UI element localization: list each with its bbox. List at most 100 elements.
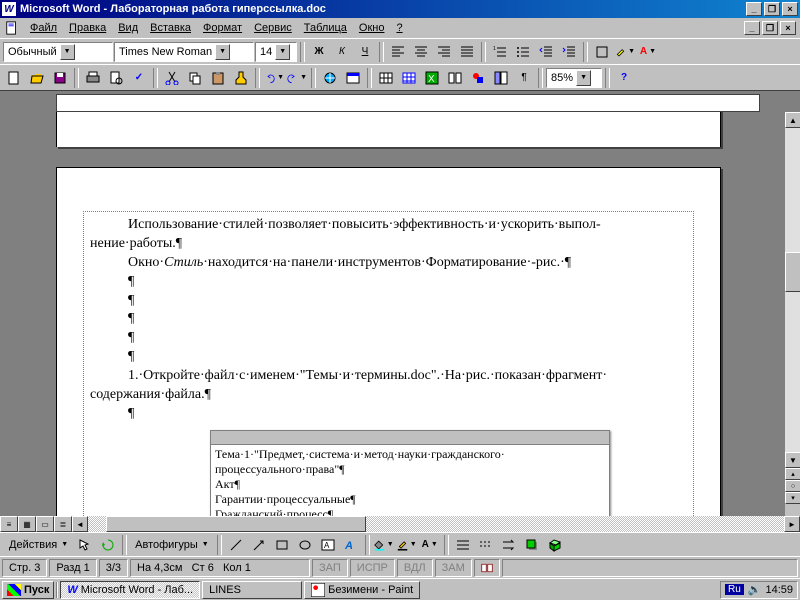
align-center-button[interactable] [410,41,432,63]
menu-insert[interactable]: Вставка [144,20,197,36]
save-button[interactable] [49,67,71,89]
doc-minimize-button[interactable]: _ [744,21,760,35]
system-tray[interactable]: Ru 🔊 14:59 [720,581,798,599]
cut-button[interactable] [161,67,183,89]
arrow-style-button[interactable] [498,534,520,556]
outline-view-button[interactable]: ≣ [54,516,72,532]
vertical-scrollbar[interactable]: ▲ ▴ ○ ▾ ▼ [784,112,800,516]
clock[interactable]: 14:59 [765,584,793,596]
redo-button[interactable]: ▼ [286,67,308,89]
rectangle-button[interactable] [271,534,293,556]
chevron-down-icon[interactable]: ▼ [60,44,75,60]
copy-button[interactable] [184,67,206,89]
show-marks-button[interactable]: ¶ [513,67,535,89]
chevron-down-icon[interactable]: ▼ [215,44,230,60]
textbox-button[interactable]: A [317,534,339,556]
task-paint[interactable]: Безимени - Paint [304,581,420,599]
menu-view[interactable]: Вид [112,20,144,36]
excel-button[interactable]: X [421,67,443,89]
tables-borders-button[interactable] [375,67,397,89]
paste-button[interactable] [207,67,229,89]
open-button[interactable] [26,67,48,89]
bullet-list-button[interactable] [512,41,534,63]
dash-style-button[interactable] [475,534,497,556]
hyperlink-button[interactable] [319,67,341,89]
task-word[interactable]: WMicrosoft Word - Лаб... [60,581,200,599]
menu-format[interactable]: Формат [197,20,248,36]
rotate-button[interactable] [97,534,119,556]
select-objects-button[interactable] [74,534,96,556]
language-indicator[interactable]: Ru [725,584,744,595]
web-toolbar-button[interactable] [342,67,364,89]
print-button[interactable] [82,67,104,89]
line-color-button[interactable]: ▼ [396,534,418,556]
text-body[interactable]: Использование·стилей·позволяет·повысить·… [83,211,694,516]
columns-button[interactable] [444,67,466,89]
weblayout-view-button[interactable]: ▦ [18,516,36,532]
task-lines[interactable]: LINES [202,581,302,599]
menu-window[interactable]: Окно [353,20,391,36]
3d-button[interactable] [544,534,566,556]
menu-edit[interactable]: Правка [63,20,112,36]
scroll-down-icon[interactable]: ▼ [785,452,800,468]
chevron-down-icon[interactable]: ▼ [576,70,591,86]
line-style-button[interactable] [452,534,474,556]
format-painter-button[interactable] [230,67,252,89]
doc-close-button[interactable]: × [780,21,796,35]
menu-tools[interactable]: Сервис [248,20,298,36]
wordart-button[interactable]: A [340,534,362,556]
drawing-button[interactable] [467,67,489,89]
line-button[interactable] [225,534,247,556]
italic-button[interactable]: К [331,41,353,63]
horizontal-scrollbar[interactable] [88,516,784,532]
menu-table[interactable]: Таблица [298,20,353,36]
menu-help[interactable]: ? [390,20,408,36]
normal-view-button[interactable]: ≡ [0,516,18,532]
scroll-thumb[interactable] [785,252,800,292]
browse-object-button[interactable]: ○ [785,480,800,492]
numbered-list-button[interactable]: 1 [489,41,511,63]
next-page-button[interactable]: ▾ [785,492,800,504]
start-button[interactable]: Пуск [2,581,54,599]
text-color-button[interactable]: A▼ [419,534,441,556]
new-doc-button[interactable] [3,67,25,89]
align-right-button[interactable] [433,41,455,63]
bold-button[interactable]: Ж [308,41,330,63]
zoom-combo[interactable]: 85%▼ [546,68,602,88]
spellcheck-button[interactable]: ✓ [128,67,150,89]
align-left-button[interactable] [387,41,409,63]
borders-button[interactable] [591,41,613,63]
highlight-button[interactable]: ▼ [614,41,636,63]
undo-button[interactable]: ▼ [263,67,285,89]
scroll-right-icon[interactable]: ► [784,516,800,532]
scroll-up-icon[interactable]: ▲ [785,112,800,128]
doc-map-button[interactable] [490,67,512,89]
shadow-button[interactable] [521,534,543,556]
page-current[interactable]: Использование·стилей·позволяет·повысить·… [56,167,721,516]
decrease-indent-button[interactable] [535,41,557,63]
hscroll-thumb[interactable] [106,516,366,532]
prev-page-button[interactable]: ▴ [785,468,800,480]
doc-restore-button[interactable]: ❐ [762,21,778,35]
insert-table-button[interactable] [398,67,420,89]
menu-file[interactable]: Файл [24,20,63,36]
font-size-combo[interactable]: 14▼ [255,42,297,62]
draw-actions-button[interactable]: Действия▼ [4,534,73,556]
status-ovr[interactable]: ЗАМ [435,559,472,577]
restore-button[interactable]: ❐ [764,2,780,16]
status-rec[interactable]: ЗАП [312,559,348,577]
status-ext[interactable]: ВДЛ [397,559,433,577]
status-book-icon[interactable] [474,559,500,577]
fill-color-button[interactable]: ▼ [373,534,395,556]
scroll-left-icon[interactable]: ◄ [72,516,88,532]
font-color-button[interactable]: A▼ [637,41,659,63]
underline-button[interactable]: Ч [354,41,376,63]
chevron-down-icon[interactable]: ▼ [275,44,290,60]
minimize-button[interactable]: _ [746,2,762,16]
status-trk[interactable]: ИСПР [350,559,395,577]
arrow-button[interactable] [248,534,270,556]
pagelayout-view-button[interactable]: ▭ [36,516,54,532]
oval-button[interactable] [294,534,316,556]
justify-button[interactable] [456,41,478,63]
font-combo[interactable]: Times New Roman▼ [114,42,254,62]
